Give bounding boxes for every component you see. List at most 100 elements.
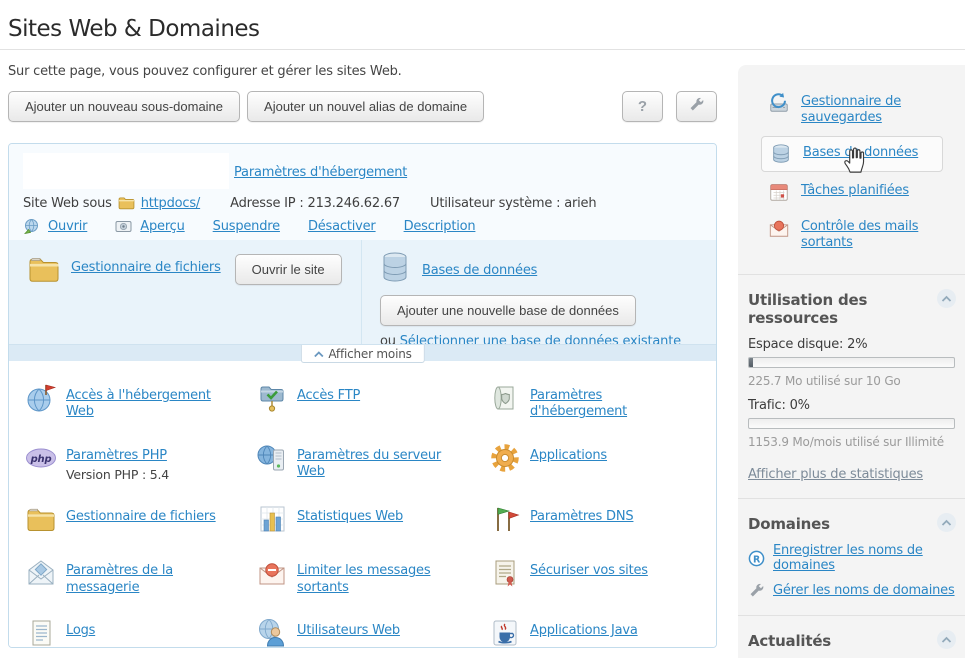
folder-big-icon — [27, 252, 61, 288]
file-manager-link[interactable]: Gestionnaire de fichiers — [71, 260, 221, 275]
traffic-note: 1153.9 Mo/mois utilisé sur Illimité — [748, 435, 955, 449]
scheduled-tasks-link[interactable]: Tâches planifiées — [801, 181, 909, 199]
tool-item: Logs — [25, 617, 256, 648]
mail-limit-icon — [256, 557, 288, 589]
hosting-settings-link[interactable]: Paramètres d'hébergement — [234, 165, 407, 180]
tool-link-applications[interactable]: Applications — [530, 448, 607, 463]
web-server-icon — [256, 442, 288, 474]
tool-item: php Paramètres PHP Version PHP : 5.4 — [25, 442, 256, 483]
tool-link-web-server-settings[interactable]: Paramètres du serveur Web — [297, 448, 441, 479]
folder-small-icon — [118, 195, 135, 212]
databases-sidebar-link[interactable]: Bases de données — [803, 143, 918, 161]
collapse-resources-button[interactable] — [937, 289, 956, 308]
tool-item: Paramètres d'hébergement — [489, 382, 716, 421]
suspend-link[interactable]: Suspendre — [213, 219, 280, 234]
file-manager-promo: Gestionnaire de fichiers Ouvrir le site — [9, 240, 362, 344]
wrench-small-icon — [748, 582, 765, 599]
tool-link-secure-sites[interactable]: Sécuriser vos sites — [530, 563, 648, 578]
tools-grid: Accès à l'hébergement Web Accès FTP Para… — [9, 361, 716, 648]
manage-domains-link[interactable]: Gérer les noms de domaines — [773, 583, 955, 598]
tool-link-mail-settings[interactable]: Paramètres de la messagerie — [66, 563, 173, 594]
ip-address-label: Adresse IP : 213.246.62.67 — [230, 196, 400, 211]
domains-title: Domaines — [748, 515, 955, 533]
backup-manager-link[interactable]: Gestionnaire de sauvegardes — [801, 92, 951, 127]
tool-item: Sécuriser vos sites — [489, 557, 716, 596]
gear-icon — [489, 442, 521, 474]
register-domains-row: R Enregistrer les noms de domaines — [748, 543, 955, 573]
wrench-icon — [688, 96, 705, 117]
site-info-section: Paramètres d'hébergement Site Web sous h… — [9, 144, 716, 240]
databases-link[interactable]: Bases de données — [422, 263, 537, 278]
java-icon — [489, 617, 521, 648]
sidebar-item-outgoing-mail-control[interactable]: Contrôle des mails sortants — [738, 210, 965, 259]
show-less-tab[interactable]: Afficher moins — [300, 345, 424, 363]
disable-link[interactable]: Désactiver — [308, 219, 376, 234]
disk-space-note: 225.7 Mo utilisé sur 10 Go — [748, 374, 955, 388]
add-subdomain-button[interactable]: Ajouter un nouveau sous-domaine — [8, 91, 240, 122]
tool-item: Limiter les messages sortants — [256, 557, 489, 596]
domain-name-redacted — [23, 153, 229, 189]
collapse-domains-button[interactable] — [937, 513, 956, 532]
tool-link-java-apps[interactable]: Applications Java — [530, 623, 638, 638]
show-less-strip: Afficher moins — [9, 344, 716, 361]
open-site-link[interactable]: Ouvrir — [48, 219, 87, 234]
tool-link-hosting-settings[interactable]: Paramètres d'hébergement — [530, 388, 627, 419]
outgoing-mail-icon — [768, 217, 790, 239]
manage-domains-row: Gérer les noms de domaines — [748, 582, 955, 599]
disk-space-progress-fill — [749, 358, 753, 367]
web-user-icon — [256, 617, 288, 648]
folder-icon — [25, 503, 57, 535]
ftp-folder-icon — [256, 382, 288, 414]
open-the-site-button[interactable]: Ouvrir le site — [235, 254, 342, 285]
customize-button[interactable] — [676, 91, 717, 122]
sidebar-item-scheduled-tasks[interactable]: Tâches planifiées — [738, 174, 965, 210]
tool-item: Accès FTP — [256, 382, 489, 421]
add-domain-alias-button[interactable]: Ajouter un nouvel alias de domaine — [247, 91, 484, 122]
certificate-icon — [489, 557, 521, 589]
tool-item: Paramètres DNS — [489, 503, 716, 536]
tool-item: Statistiques Web — [256, 503, 489, 536]
hosting-scroll-icon — [489, 382, 521, 414]
tool-link-logs[interactable]: Logs — [66, 623, 95, 638]
tool-link-ftp-access[interactable]: Accès FTP — [297, 388, 360, 403]
site-details-row: Site Web sous httpdocs/ Adresse IP : 213… — [23, 195, 596, 212]
disk-space-label: Espace disque: 2% — [748, 337, 955, 352]
plesk-websites-domains-page: Sites Web & Domaines Sur cette page, vou… — [0, 0, 965, 658]
tool-link-web-statistics[interactable]: Statistiques Web — [297, 509, 403, 524]
php-icon: php — [25, 442, 57, 474]
description-link[interactable]: Description — [404, 219, 476, 234]
more-statistics-link[interactable]: Afficher plus de statistiques — [748, 467, 923, 482]
help-button[interactable]: ? — [622, 91, 663, 122]
preview-link[interactable]: Aperçu — [140, 219, 184, 234]
svg-text:R: R — [753, 554, 761, 565]
mail-open-icon — [25, 557, 57, 589]
registrar-icon: R — [748, 550, 765, 567]
tool-link-web-users[interactable]: Utilisateurs Web — [297, 623, 400, 638]
site-card: Paramètres d'hébergement Site Web sous h… — [8, 143, 717, 648]
news-section: Actualités Le Cloud Ikoula gratuit penda… — [738, 616, 965, 658]
sidebar-item-databases[interactable]: Bases de données — [761, 136, 943, 172]
sidebar-item-backup-manager[interactable]: Gestionnaire de sauvegardes — [738, 85, 965, 134]
database-big-icon — [378, 250, 412, 286]
disk-space-progress-bar — [748, 357, 955, 368]
tool-link-dns-settings[interactable]: Paramètres DNS — [530, 509, 633, 524]
tool-item: Utilisateurs Web — [256, 617, 489, 648]
php-version-label: Version PHP : 5.4 — [66, 467, 169, 483]
tool-link-web-hosting-access[interactable]: Accès à l'hébergement Web — [66, 388, 211, 419]
globe-flag-icon — [25, 382, 57, 414]
tool-link-file-manager[interactable]: Gestionnaire de fichiers — [66, 509, 216, 524]
tool-item: Applications Java — [489, 617, 716, 648]
tool-link-php-settings[interactable]: Paramètres PHP — [66, 448, 167, 463]
add-database-button[interactable]: Ajouter une nouvelle base de données — [380, 295, 636, 326]
register-domains-link[interactable]: Enregistrer les noms de domaines — [773, 543, 955, 573]
open-globe-icon — [23, 218, 40, 235]
toolbar: Ajouter un nouveau sous-domaine Ajouter … — [8, 91, 717, 122]
sidebar-quick-links: Gestionnaire de sauvegardes Bases de don… — [738, 65, 965, 275]
collapse-news-button[interactable] — [937, 630, 956, 649]
httpdocs-link[interactable]: httpdocs/ — [141, 196, 200, 211]
tool-item: Paramètres de la messagerie — [25, 557, 256, 596]
tool-item: Accès à l'hébergement Web — [25, 382, 256, 421]
title-divider — [0, 49, 965, 50]
tool-link-limit-outgoing[interactable]: Limiter les messages sortants — [297, 563, 430, 594]
outgoing-mail-control-link[interactable]: Contrôle des mails sortants — [801, 217, 951, 252]
